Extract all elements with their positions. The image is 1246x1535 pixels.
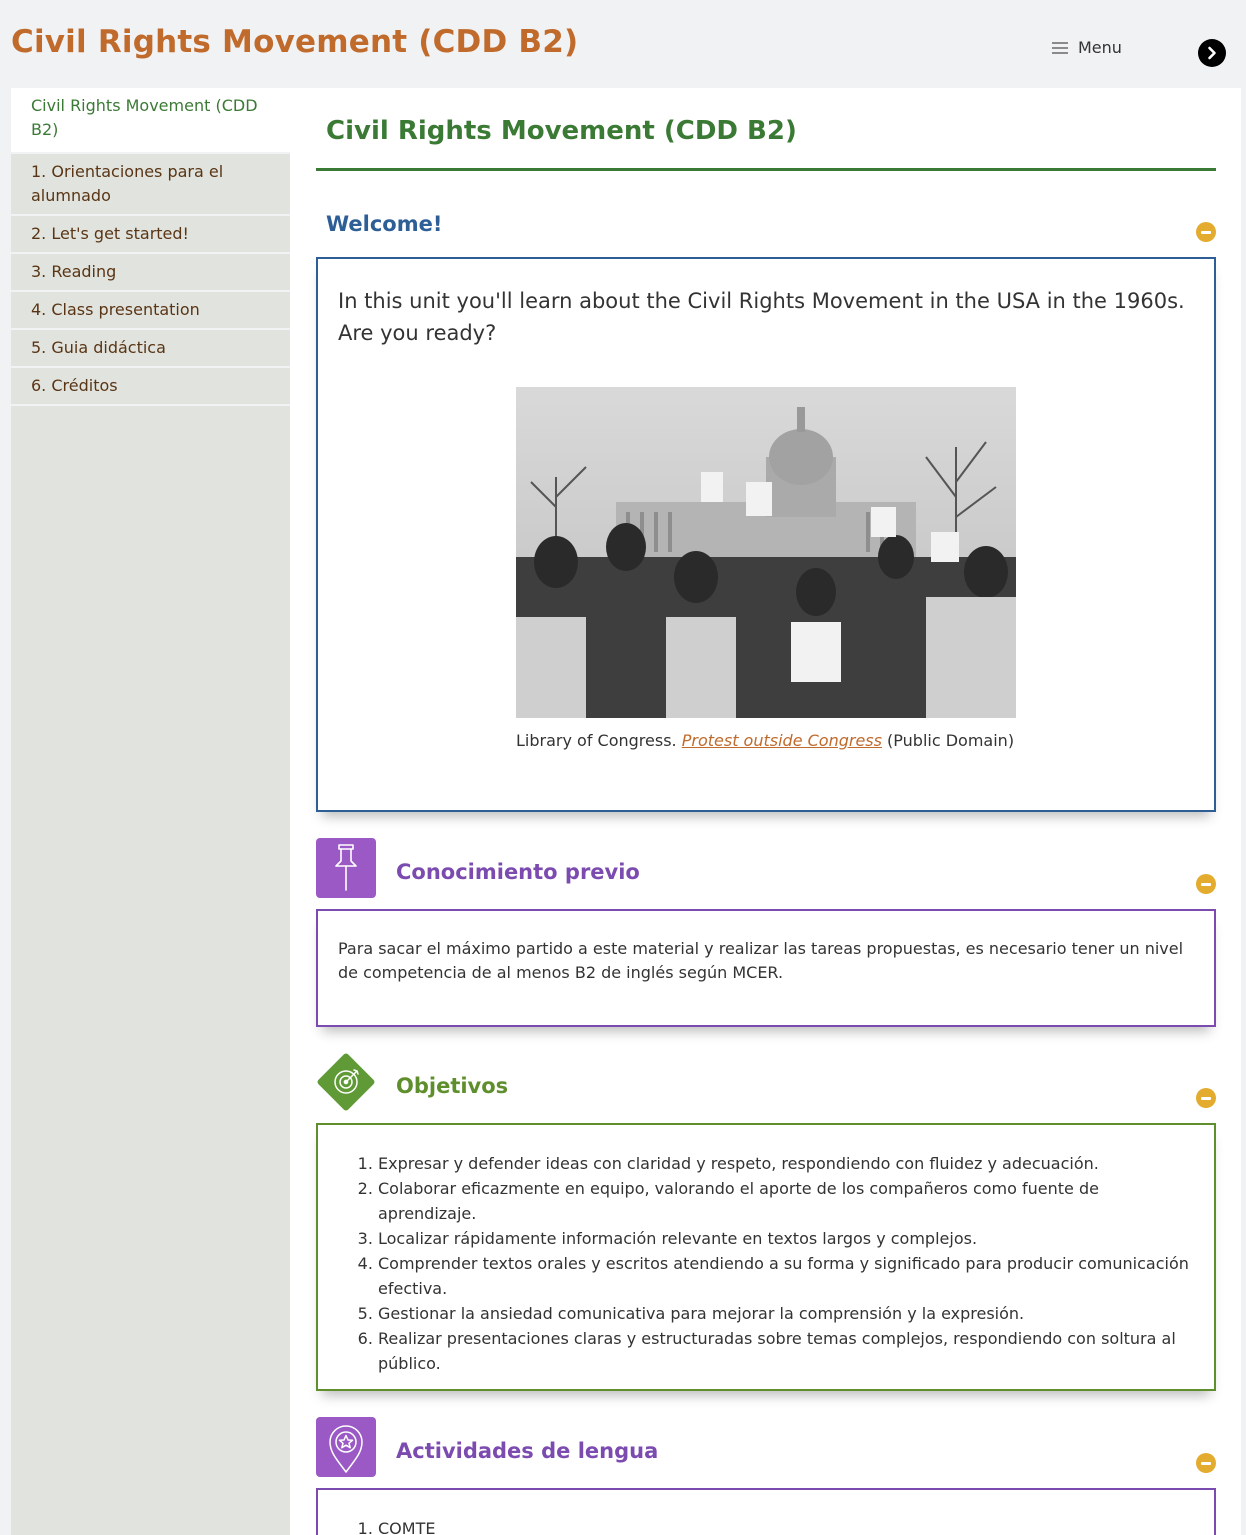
- chevron-right-icon: [1208, 46, 1216, 60]
- list-item: Localizar rápidamente información releva…: [378, 1226, 1200, 1251]
- actividades-header: Actividades de lengua: [316, 1417, 1216, 1477]
- caption-link[interactable]: Protest outside Congress: [682, 731, 882, 750]
- list-item: Colaborar eficazmente en equipo, valoran…: [378, 1176, 1200, 1226]
- sidebar-item-class-presentation[interactable]: 4. Class presentation: [11, 292, 290, 330]
- page-title: Civil Rights Movement (CDD B2): [326, 116, 797, 146]
- list-item: Expresar y defender ideas con claridad y…: [378, 1151, 1200, 1176]
- conocimiento-box: Para sacar el máximo partido a este mate…: [316, 909, 1216, 1027]
- actividades-box: COMTE: [316, 1488, 1216, 1535]
- sidebar-nav: Civil Rights Movement (CDD B2) 1. Orient…: [11, 88, 290, 1535]
- sidebar-item-creditos[interactable]: 6. Créditos: [11, 368, 290, 406]
- title-divider: [316, 168, 1216, 171]
- objetivos-collapse-button[interactable]: [1196, 1088, 1216, 1108]
- site-title: Civil Rights Movement (CDD B2): [11, 24, 579, 60]
- menu-label: Menu: [1078, 38, 1122, 57]
- sidebar-item-reading[interactable]: 3. Reading: [11, 254, 290, 292]
- actividades-collapse-button[interactable]: [1196, 1453, 1216, 1473]
- caption-license: (Public Domain): [881, 731, 1015, 750]
- conocimiento-text: Para sacar el máximo partido a este mate…: [338, 939, 1184, 982]
- next-page-button[interactable]: [1198, 39, 1226, 67]
- actividades-list: COMTE: [338, 1516, 1200, 1535]
- conocimiento-header: Conocimiento previo: [316, 838, 1216, 898]
- minus-icon: [1201, 1461, 1211, 1465]
- list-item: COMTE: [378, 1516, 1200, 1535]
- menu-button[interactable]: Menu: [1052, 38, 1122, 57]
- list-item: Realizar presentaciones claras y estruct…: [378, 1326, 1200, 1376]
- protest-photo: [516, 387, 1016, 718]
- welcome-heading: Welcome!: [326, 212, 443, 236]
- conocimiento-collapse-button[interactable]: [1196, 874, 1216, 894]
- protest-photo-image: [516, 387, 1016, 718]
- location-star-icon: [316, 1417, 376, 1477]
- caption-source: Library of Congress.: [516, 731, 682, 750]
- list-item: Comprender textos orales y escritos aten…: [378, 1251, 1200, 1301]
- sidebar-item-guia-didactica[interactable]: 5. Guia didáctica: [11, 330, 290, 368]
- objetivos-list: Expresar y defender ideas con claridad y…: [338, 1151, 1200, 1376]
- welcome-header: Welcome!: [316, 208, 1216, 248]
- conocimiento-heading: Conocimiento previo: [396, 860, 640, 884]
- welcome-intro: In this unit you'll learn about the Civi…: [338, 289, 1185, 345]
- target-icon: [317, 1053, 375, 1111]
- list-item: Gestionar la ansiedad comunicativa para …: [378, 1301, 1200, 1326]
- actividades-heading: Actividades de lengua: [396, 1439, 659, 1463]
- minus-icon: [1201, 230, 1211, 234]
- welcome-collapse-button[interactable]: [1196, 222, 1216, 242]
- objetivos-header: Objetivos: [316, 1052, 1216, 1112]
- minus-icon: [1201, 1096, 1211, 1100]
- welcome-box: In this unit you'll learn about the Civi…: [316, 257, 1216, 812]
- sidebar-item-orientaciones[interactable]: 1. Orientaciones para el alumnado: [11, 154, 290, 216]
- main-content: Civil Rights Movement (CDD B2) Welcome! …: [290, 88, 1241, 1535]
- sidebar-item-home[interactable]: Civil Rights Movement (CDD B2): [11, 88, 290, 154]
- objetivos-heading: Objetivos: [396, 1074, 509, 1098]
- objetivos-box: Expresar y defender ideas con claridad y…: [316, 1123, 1216, 1391]
- photo-caption: Library of Congress. Protest outside Con…: [516, 731, 1014, 750]
- minus-icon: [1201, 882, 1211, 886]
- sidebar-item-get-started[interactable]: 2. Let's get started!: [11, 216, 290, 254]
- hamburger-icon: [1052, 42, 1068, 54]
- pushpin-icon: [316, 838, 376, 898]
